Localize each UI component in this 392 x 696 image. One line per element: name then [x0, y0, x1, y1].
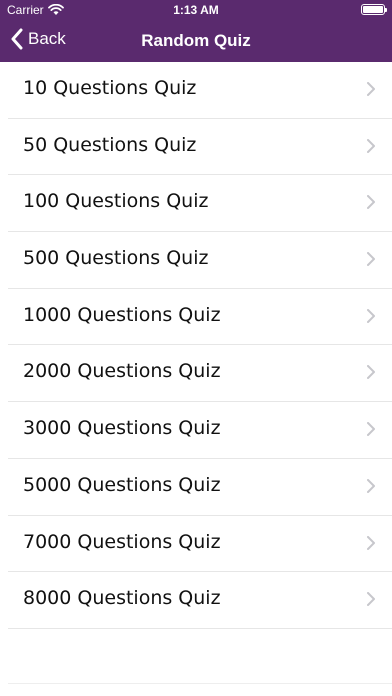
chevron-right-icon	[367, 308, 375, 323]
navigation-bar: Back Random Quiz	[0, 20, 392, 62]
battery-icon	[361, 4, 387, 15]
list-item[interactable]: 8000 Questions Quiz	[8, 572, 392, 629]
page-title: Random Quiz	[141, 31, 251, 50]
list-item[interactable]: 3000 Questions Quiz	[8, 402, 392, 459]
list-item-label: 5000 Questions Quiz	[23, 473, 221, 496]
list-item-label: 3000 Questions Quiz	[23, 417, 221, 440]
list-item-label: 2000 Questions Quiz	[23, 360, 221, 383]
list-item[interactable]: 10 Questions Quiz	[8, 62, 392, 119]
status-bar: Carrier 1:13 AM	[0, 0, 392, 20]
list-item[interactable]: 50 Questions Quiz	[8, 119, 392, 176]
list-item-label: 10 Questions Quiz	[23, 77, 197, 99]
chevron-right-icon	[367, 535, 375, 550]
chevron-right-icon	[367, 592, 375, 607]
battery-fill	[363, 6, 383, 13]
list-item-label: 500 Questions Quiz	[23, 247, 209, 270]
header: Carrier 1:13 AM Back Random Quiz	[0, 0, 392, 62]
list-item[interactable]: 500 Questions Quiz	[8, 232, 392, 289]
list-item-label: 8000 Questions Quiz	[23, 587, 221, 610]
battery-tip	[385, 8, 387, 12]
list-item[interactable]: 2000 Questions Quiz	[8, 345, 392, 403]
list-item-label: 100 Questions Quiz	[23, 190, 209, 213]
divider	[8, 683, 392, 684]
list-item-label: 1000 Questions Quiz	[23, 303, 221, 326]
chevron-right-icon	[367, 422, 375, 437]
status-time: 1:13 AM	[173, 3, 219, 17]
chevron-right-icon	[367, 82, 375, 96]
list-item[interactable]: 7000 Questions Quiz	[8, 516, 392, 573]
quiz-list: 10 Questions Quiz 50 Questions Quiz 100 …	[0, 62, 392, 629]
chevron-right-icon	[367, 138, 375, 153]
chevron-right-icon	[367, 365, 375, 380]
list-item[interactable]: 5000 Questions Quiz	[8, 459, 392, 516]
list-item[interactable]: 1000 Questions Quiz	[8, 289, 392, 346]
list-item-label: 50 Questions Quiz	[23, 133, 197, 156]
chevron-right-icon	[367, 195, 375, 210]
list-item-label: 7000 Questions Quiz	[23, 530, 221, 553]
chevron-right-icon	[367, 478, 375, 493]
chevron-right-icon	[367, 252, 375, 267]
list-item[interactable]: 100 Questions Quiz	[8, 175, 392, 233]
